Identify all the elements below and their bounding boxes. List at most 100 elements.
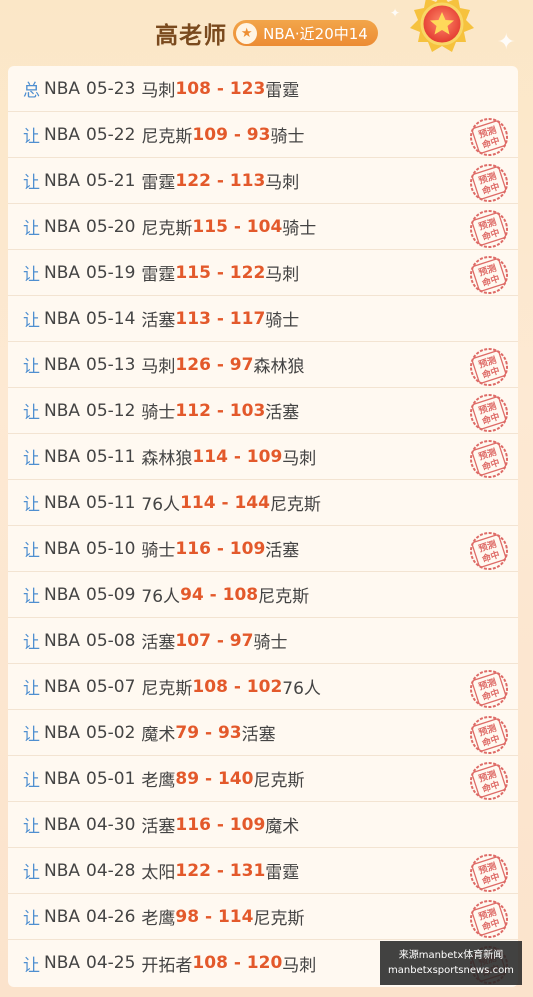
- away-team: 骑士: [270, 127, 305, 147]
- away-team: 雷霆: [265, 81, 300, 101]
- away-team: 活塞: [265, 541, 300, 561]
- list-item[interactable]: 让 NBA 04-26 老鹰 98 - 114 尼克斯 预测 命中: [8, 894, 518, 940]
- prediction-hit-stamp-icon: 预测命中: [470, 164, 508, 202]
- medal-icon: [410, 0, 474, 52]
- list-item[interactable]: 让 NBA 05-11 76人 114 - 144 尼克斯: [8, 480, 518, 526]
- match-score: 122 - 113: [175, 170, 266, 191]
- list-item[interactable]: 让 NBA 05-19 雷霆 115 - 122 马刺 预测 命中: [8, 250, 518, 296]
- away-team: 雷霆: [265, 863, 300, 883]
- match-type-tag: 让: [23, 357, 40, 377]
- home-team: 马刺: [141, 81, 176, 101]
- home-team: 雷霆: [141, 173, 176, 193]
- match-score: 126 - 97: [175, 354, 254, 375]
- league-label: NBA: [44, 446, 81, 467]
- prediction-hit-stamp-icon: 预测命中: [470, 348, 508, 386]
- match-type-tag: 让: [23, 173, 40, 193]
- match-score: 115 - 104: [192, 216, 283, 237]
- prediction-hit-stamp-icon: 预测命中: [470, 256, 508, 294]
- prediction-hit-stamp-icon: 预测命中: [470, 440, 508, 478]
- league-label: NBA: [44, 630, 81, 651]
- away-team: 马刺: [282, 449, 317, 469]
- list-item[interactable]: 让 NBA 05-01 老鹰 89 - 140 尼克斯 预测 命中: [8, 756, 518, 802]
- list-item[interactable]: 让 NBA 05-07 尼克斯 108 - 102 76人 预测 命中: [8, 664, 518, 710]
- home-team: 骑士: [141, 403, 176, 423]
- away-team: 马刺: [265, 265, 300, 285]
- away-team: 尼克斯: [253, 771, 305, 791]
- away-team: 尼克斯: [253, 909, 305, 929]
- home-team: 森林狼: [141, 449, 193, 469]
- watermark-line1: 来源manbetx体育新闻: [398, 950, 504, 961]
- list-item[interactable]: 让 NBA 05-21 雷霆 122 - 113 马刺 预测 命中: [8, 158, 518, 204]
- away-team: 尼克斯: [269, 495, 321, 515]
- match-score: 113 - 117: [175, 308, 266, 329]
- sparkle-icon: ✦: [390, 6, 401, 20]
- match-type-tag: 让: [23, 633, 40, 653]
- league-label: NBA: [44, 768, 81, 789]
- list-item[interactable]: 让 NBA 05-12 骑士 112 - 103 活塞 预测 命中: [8, 388, 518, 434]
- list-item[interactable]: 让 NBA 04-28 太阳 122 - 131 雷霆 预测 命中: [8, 848, 518, 894]
- list-item[interactable]: 让 NBA 05-13 马刺 126 - 97 森林狼 预测 命中: [8, 342, 518, 388]
- sparkle-icon: ✦: [497, 30, 516, 55]
- match-date: 05-14: [86, 308, 136, 329]
- list-item[interactable]: 让 NBA 05-09 76人 94 - 108 尼克斯: [8, 572, 518, 618]
- list-item[interactable]: 让 NBA 05-11 森林狼 114 - 109 马刺 预测 命中: [8, 434, 518, 480]
- match-type-tag: 总: [23, 81, 40, 101]
- list-item[interactable]: 让 NBA 05-22 尼克斯 109 - 93 骑士 预测 命中: [8, 112, 518, 158]
- home-team: 太阳: [141, 863, 176, 883]
- league-label: NBA: [44, 170, 81, 191]
- list-item[interactable]: 让 NBA 05-08 活塞 107 - 97 骑士: [8, 618, 518, 664]
- record-text: NBA·近20中14: [263, 24, 368, 43]
- match-type-tag: 让: [23, 311, 40, 331]
- away-team: 马刺: [282, 955, 317, 976]
- prediction-hit-stamp-icon: 预测命中: [470, 532, 508, 570]
- home-team: 活塞: [141, 817, 176, 837]
- match-date: 05-21: [86, 170, 136, 191]
- home-team: 活塞: [141, 633, 176, 653]
- match-type-tag: 让: [23, 587, 40, 607]
- match-score: 107 - 97: [175, 630, 254, 651]
- prediction-hit-stamp-icon: 预测命中: [470, 118, 508, 156]
- list-item[interactable]: 让 NBA 05-02 魔术 79 - 93 活塞 预测 命中: [8, 710, 518, 756]
- list-item[interactable]: 让 NBA 04-30 活塞 116 - 109 魔术: [8, 802, 518, 848]
- match-type-tag: 让: [23, 955, 40, 976]
- match-date: 05-12: [86, 400, 136, 421]
- watermark-line2: manbetxsportsnews.com: [388, 965, 514, 976]
- away-team: 魔术: [265, 817, 300, 837]
- away-team: 尼克斯: [258, 587, 310, 607]
- match-date: 05-22: [86, 124, 136, 145]
- home-team: 尼克斯: [141, 679, 193, 699]
- prediction-hit-stamp-icon: 预测命中: [470, 670, 508, 708]
- star-icon: ★: [236, 22, 258, 44]
- match-score: 108 - 102: [192, 676, 283, 697]
- prediction-hit-stamp-icon: 预测命中: [470, 762, 508, 800]
- away-team: 马刺: [265, 173, 300, 193]
- match-type-tag: 让: [23, 679, 40, 699]
- league-label: NBA: [44, 262, 81, 283]
- away-team: 森林狼: [253, 357, 305, 377]
- match-score: 79 - 93: [175, 722, 242, 743]
- list-item[interactable]: 总 NBA 05-23 马刺 108 - 123 雷霆: [8, 66, 518, 112]
- list-item[interactable]: 让 NBA 05-10 骑士 116 - 109 活塞 预测 命中: [8, 526, 518, 572]
- match-type-tag: 让: [23, 909, 40, 929]
- match-type-tag: 让: [23, 541, 40, 561]
- match-type-tag: 让: [23, 771, 40, 791]
- prediction-hit-stamp-icon: 预测命中: [470, 900, 508, 938]
- match-type-tag: 让: [23, 127, 40, 147]
- home-team: 马刺: [141, 357, 176, 377]
- match-type-tag: 让: [23, 265, 40, 285]
- league-label: NBA: [44, 78, 81, 99]
- league-label: NBA: [44, 953, 81, 973]
- list-item[interactable]: 让 NBA 05-14 活塞 113 - 117 骑士: [8, 296, 518, 342]
- match-date: 05-09: [86, 584, 136, 605]
- match-score: 115 - 122: [175, 262, 266, 283]
- match-score: 98 - 114: [175, 906, 254, 927]
- match-type-tag: 让: [23, 725, 40, 745]
- match-score: 109 - 93: [192, 124, 271, 145]
- home-team: 76人: [141, 587, 181, 607]
- match-date: 04-30: [86, 814, 136, 835]
- list-item[interactable]: 让 NBA 05-20 尼克斯 115 - 104 骑士 预测 命中: [8, 204, 518, 250]
- league-label: NBA: [44, 216, 81, 237]
- away-team: 活塞: [241, 725, 276, 745]
- match-type-tag: 让: [23, 495, 40, 515]
- home-team: 尼克斯: [141, 219, 193, 239]
